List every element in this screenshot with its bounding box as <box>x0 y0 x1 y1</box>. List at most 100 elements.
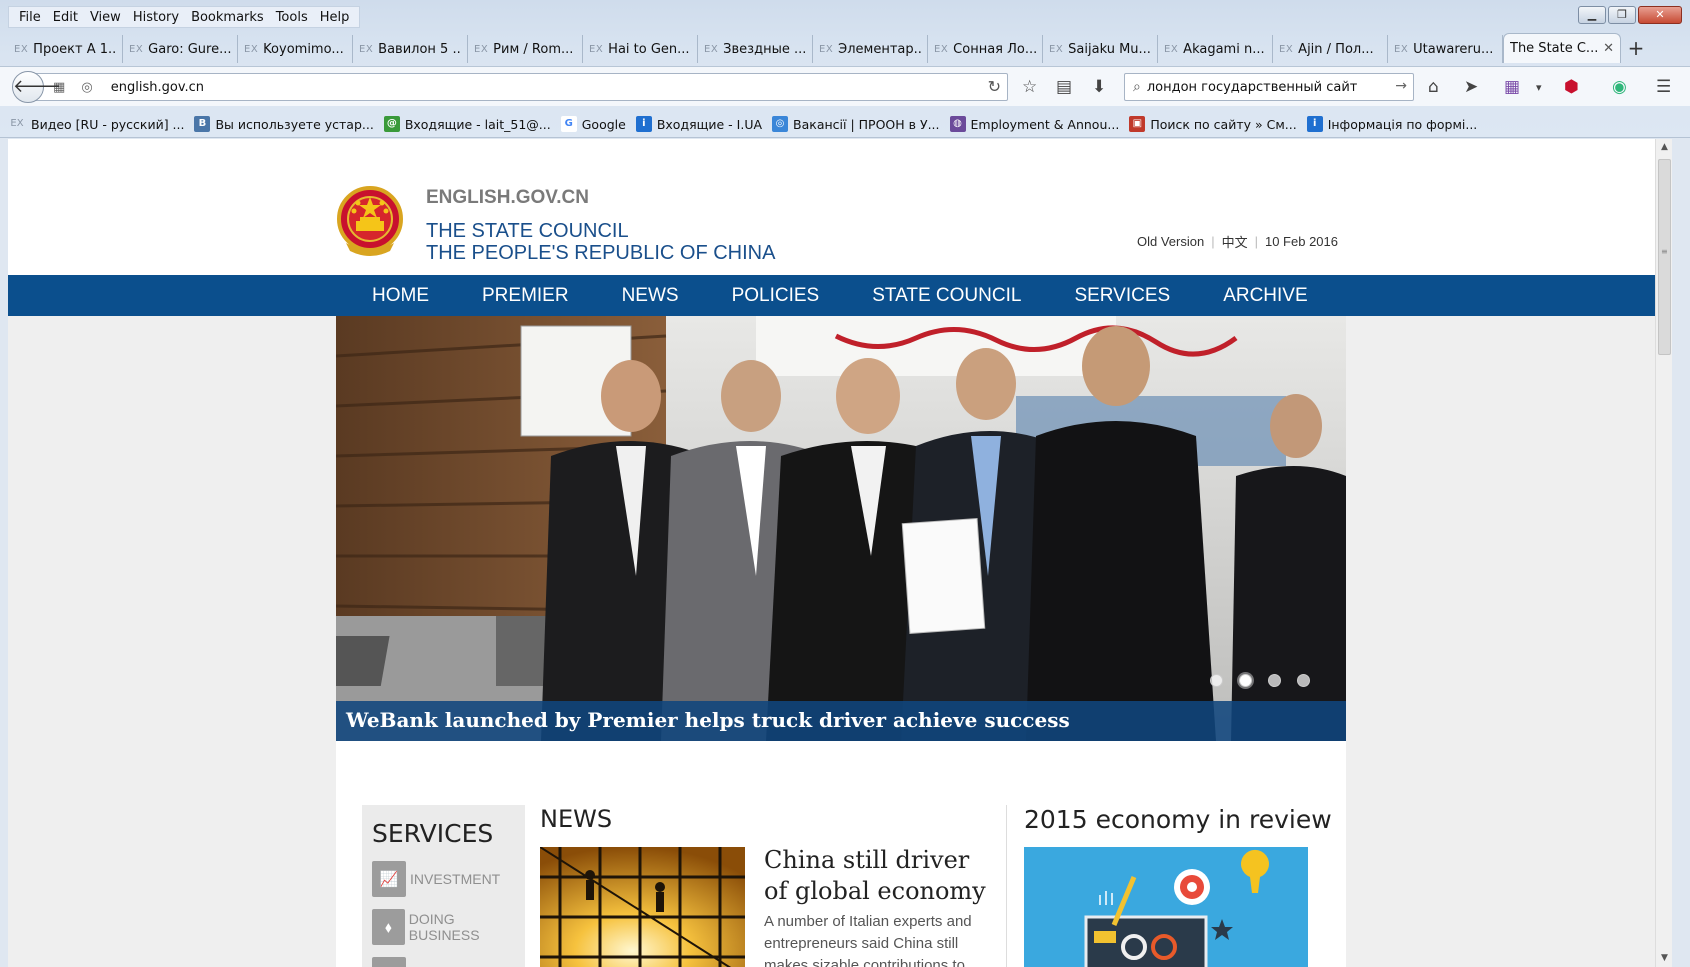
tab-7[interactable]: EX Звездные ... <box>698 35 813 63</box>
tab-12[interactable]: EX Ajin / Пол... <box>1273 35 1388 63</box>
nav-archive[interactable]: ARCHIVE <box>1223 285 1307 307</box>
tab-4[interactable]: EX Вавилон 5 ... <box>353 35 468 63</box>
tab-1[interactable]: EX Проект А 1... <box>8 35 123 63</box>
nav-news[interactable]: NEWS <box>622 285 679 307</box>
vertical-scrollbar[interactable]: ▲ ≡ ▼ <box>1655 139 1672 967</box>
tab-title: Koyomimo... <box>263 41 344 57</box>
slider-dot-1[interactable] <box>1210 674 1223 687</box>
search-icon: ⌕ <box>1133 79 1141 95</box>
search-bar[interactable]: ⌕ лондон государственный сайт → <box>1124 73 1414 101</box>
scroll-up-arrow-icon[interactable]: ▲ <box>1656 139 1672 156</box>
tab-8[interactable]: EX Элементар... <box>813 35 928 63</box>
bookmark-favicon-icon: B <box>194 116 211 132</box>
bookmark-favicon-icon: ◍ <box>949 116 966 132</box>
news-title[interactable]: NEWS <box>540 805 612 833</box>
service-doing-business[interactable]: ⬧ DOING BUSINESS <box>372 909 525 945</box>
close-window-button[interactable]: ✕ <box>1638 6 1682 24</box>
search-input[interactable]: лондон государственный сайт <box>1147 80 1358 95</box>
tab-active[interactable]: The State C... ✕ <box>1503 33 1621 63</box>
menu-history[interactable]: History <box>127 10 185 25</box>
tab-11[interactable]: EX Akagami n... <box>1158 35 1273 63</box>
bookmark-star-icon[interactable]: ☆ <box>1022 77 1037 97</box>
restore-button[interactable]: ❐ <box>1608 6 1636 24</box>
bookmark-label: Інформація по формі... <box>1327 116 1478 132</box>
service-investment[interactable]: 📈 INVESTMENT <box>372 861 500 897</box>
tag-icon: ⬧ <box>372 909 405 945</box>
bookmark-item[interactable]: i Інформація по формі... <box>1306 116 1478 132</box>
hero-caption[interactable]: WeBank launched by Premier helps truck d… <box>346 708 1070 732</box>
tab-title: Проект А 1... <box>33 41 116 57</box>
site-domain[interactable]: ENGLISH.GOV.CN <box>426 187 589 209</box>
hero-slider[interactable]: WeBank launched by Premier helps truck d… <box>336 316 1346 741</box>
nav-policies[interactable]: POLICIES <box>732 285 820 307</box>
extension-icon[interactable]: ◉ <box>1612 77 1627 97</box>
address-bar[interactable]: ▦ ◎ english.gov.cn ↻ <box>28 73 1008 101</box>
hero-photo[interactable] <box>336 316 1346 741</box>
download-icon[interactable]: ⬇ <box>1092 77 1106 97</box>
tab-9[interactable]: EX Сонная Ло... <box>928 35 1043 63</box>
menu-hamburger-icon[interactable]: ☰ <box>1656 77 1671 97</box>
bookmark-item[interactable]: ◎ Вакансії | ПРООН в У... <box>772 116 940 132</box>
news-headline[interactable]: China still driver of global economy <box>764 845 994 907</box>
tab-5[interactable]: EX Рим / Rom... <box>468 35 583 63</box>
old-version-link[interactable]: Old Version <box>1137 234 1204 249</box>
services-title[interactable]: SERVICES <box>372 819 493 848</box>
scroll-down-arrow-icon[interactable]: ▼ <box>1656 950 1672 967</box>
back-button[interactable]: 🡐 <box>12 71 61 103</box>
slider-dot-4[interactable] <box>1297 674 1310 687</box>
tab-10[interactable]: EX Saijaku Mu... <box>1043 35 1158 63</box>
scrollbar-thumb[interactable]: ≡ <box>1658 159 1671 355</box>
bookmark-label: Входящие - lait_51@... <box>404 116 551 132</box>
national-emblem-icon[interactable] <box>336 183 404 259</box>
bookmark-item[interactable]: @ Входящие - lait_51@... <box>383 116 551 132</box>
nav-services[interactable]: SERVICES <box>1074 285 1170 307</box>
bookmark-item[interactable]: ◍ Employment & Annou... <box>949 116 1119 132</box>
bookmark-item[interactable]: ▣ Поиск по сайту » См... <box>1129 116 1297 132</box>
reload-icon[interactable]: ↻ <box>988 77 1001 96</box>
menu-file[interactable]: File <box>13 10 47 25</box>
chinese-version-link[interactable]: 中文 <box>1222 232 1248 251</box>
menu-help[interactable]: Help <box>314 10 356 25</box>
review-title[interactable]: 2015 economy in review <box>1024 805 1332 834</box>
bookmark-item[interactable]: EX Видео [RU - русский] ... <box>8 116 184 132</box>
service-item-partial[interactable] <box>372 957 406 967</box>
apps-grid-icon[interactable]: ▦ <box>1504 77 1520 97</box>
bookmark-label: Вы используете устар... <box>215 116 374 132</box>
tab-3[interactable]: EX Koyomimo... <box>238 35 353 63</box>
tab-13[interactable]: EX Utawareru... <box>1388 35 1503 63</box>
reading-list-icon[interactable]: ▤ <box>1056 77 1072 97</box>
tab-favicon-icon: EX <box>1164 43 1179 55</box>
tab-2[interactable]: EX Garo: Gure... <box>123 35 238 63</box>
menu-edit[interactable]: Edit <box>47 10 84 25</box>
send-icon[interactable]: ➤ <box>1464 77 1478 97</box>
search-go-icon[interactable]: → <box>1395 78 1407 94</box>
dropdown-icon[interactable]: ▾ <box>1536 81 1542 94</box>
menu-bookmarks[interactable]: Bookmarks <box>185 10 270 25</box>
review-image[interactable] <box>1024 847 1308 967</box>
bookmark-item[interactable]: B Вы используете устар... <box>194 116 374 132</box>
window-controls: ▁ ❐ ✕ <box>1578 6 1682 24</box>
service-label: INVESTMENT <box>410 871 501 887</box>
new-tab-button[interactable]: + <box>1621 35 1651 63</box>
menu-view[interactable]: View <box>84 10 127 25</box>
home-icon[interactable]: ⌂ <box>1428 77 1439 97</box>
nav-home[interactable]: HOME <box>372 285 429 307</box>
bookmark-item[interactable]: i Входящие - I.UA <box>635 116 762 132</box>
bookmark-item[interactable]: G Google <box>560 116 626 132</box>
slider-dot-3[interactable] <box>1268 674 1281 687</box>
minimize-button[interactable]: ▁ <box>1578 6 1606 24</box>
slider-dot-2[interactable] <box>1239 674 1252 687</box>
menu-tools[interactable]: Tools <box>270 10 314 25</box>
url-text[interactable]: english.gov.cn <box>111 80 204 95</box>
nav-state-council[interactable]: STATE COUNCIL <box>872 285 1021 307</box>
nav-premier[interactable]: PREMIER <box>482 285 569 307</box>
tab-title: Ajin / Пол... <box>1298 41 1374 57</box>
site-subtitle[interactable]: THE PEOPLE'S REPUBLIC OF CHINA <box>426 242 775 265</box>
news-image[interactable] <box>540 847 745 967</box>
adblock-icon[interactable]: ⬢ <box>1564 77 1579 97</box>
tab-favicon-icon: EX <box>474 43 489 55</box>
tab-6[interactable]: EX Hai to Gen... <box>583 35 698 63</box>
bookmark-label: Вакансії | ПРООН в У... <box>793 116 940 132</box>
site-title[interactable]: THE STATE COUNCIL <box>426 220 629 243</box>
tab-close-icon[interactable]: ✕ <box>1603 41 1614 56</box>
